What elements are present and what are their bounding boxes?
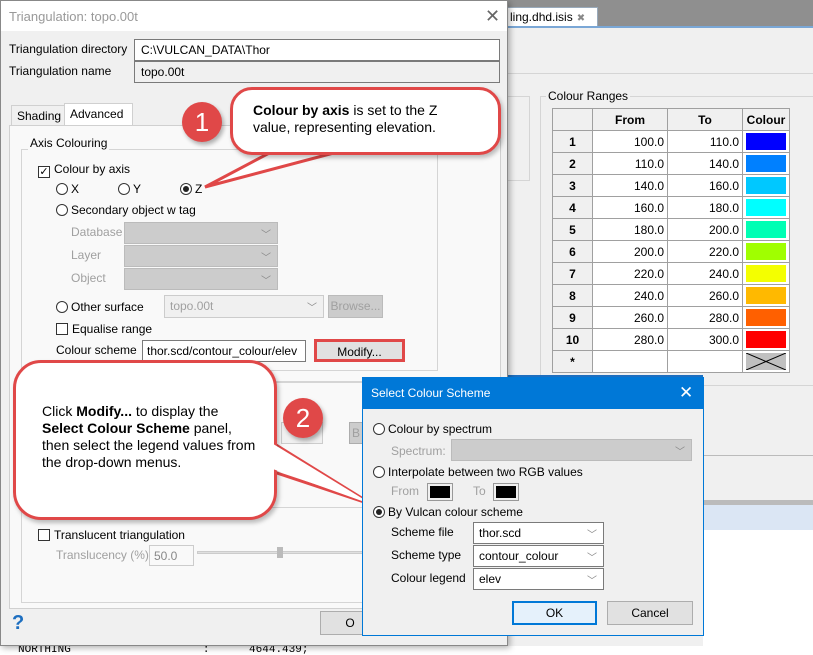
select-colour-scheme-dialog: Select Colour Scheme ✕ Colour by spectru… (362, 377, 704, 636)
swatch-fill (496, 486, 516, 498)
select-value: thor.scd (479, 526, 522, 540)
chevron-down-icon: ﹀ (587, 576, 597, 587)
from-label: From (391, 484, 419, 498)
step-2-badge: 2 (283, 398, 323, 438)
to-label: To (473, 484, 486, 498)
dialog-title: Select Colour Scheme (363, 378, 703, 409)
radio-interpolate[interactable]: Interpolate between two RGB values (373, 465, 583, 479)
radio-icon (373, 423, 385, 435)
select-value: contour_colour (479, 549, 559, 563)
pointer-fill (270, 442, 373, 505)
chevron-down-icon: ﹀ (587, 553, 597, 564)
radio-vulcan-scheme[interactable]: By Vulcan colour scheme (373, 505, 523, 519)
to-colour-swatch[interactable] (493, 483, 519, 501)
ok-button[interactable]: OK (512, 601, 597, 625)
scheme-file-select[interactable]: thor.scd ﹀ (473, 522, 604, 544)
radio-icon (373, 466, 385, 478)
radio-selected-icon (373, 506, 385, 518)
swatch-fill (430, 486, 450, 498)
radio-label: Colour by spectrum (388, 422, 493, 436)
spectrum-label: Spectrum: (391, 444, 446, 458)
close-icon[interactable]: ✕ (679, 383, 693, 403)
spectrum-select[interactable]: ﹀ (451, 439, 692, 461)
chevron-down-icon: ﹀ (675, 447, 685, 458)
scheme-type-label: Scheme type (391, 548, 462, 562)
scheme-file-label: Scheme file (391, 525, 454, 539)
radio-label: Interpolate between two RGB values (388, 465, 583, 479)
colour-legend-label: Colour legend (391, 571, 466, 585)
radio-label: By Vulcan colour scheme (388, 505, 523, 519)
scheme-type-select[interactable]: contour_colour ﹀ (473, 545, 604, 567)
chevron-down-icon: ﹀ (587, 530, 597, 541)
from-colour-swatch[interactable] (427, 483, 453, 501)
cancel-button[interactable]: Cancel (607, 601, 693, 625)
radio-colour-by-spectrum[interactable]: Colour by spectrum (373, 422, 492, 436)
select-value: elev (479, 572, 502, 586)
colour-legend-select[interactable]: elev ﹀ (473, 568, 604, 590)
